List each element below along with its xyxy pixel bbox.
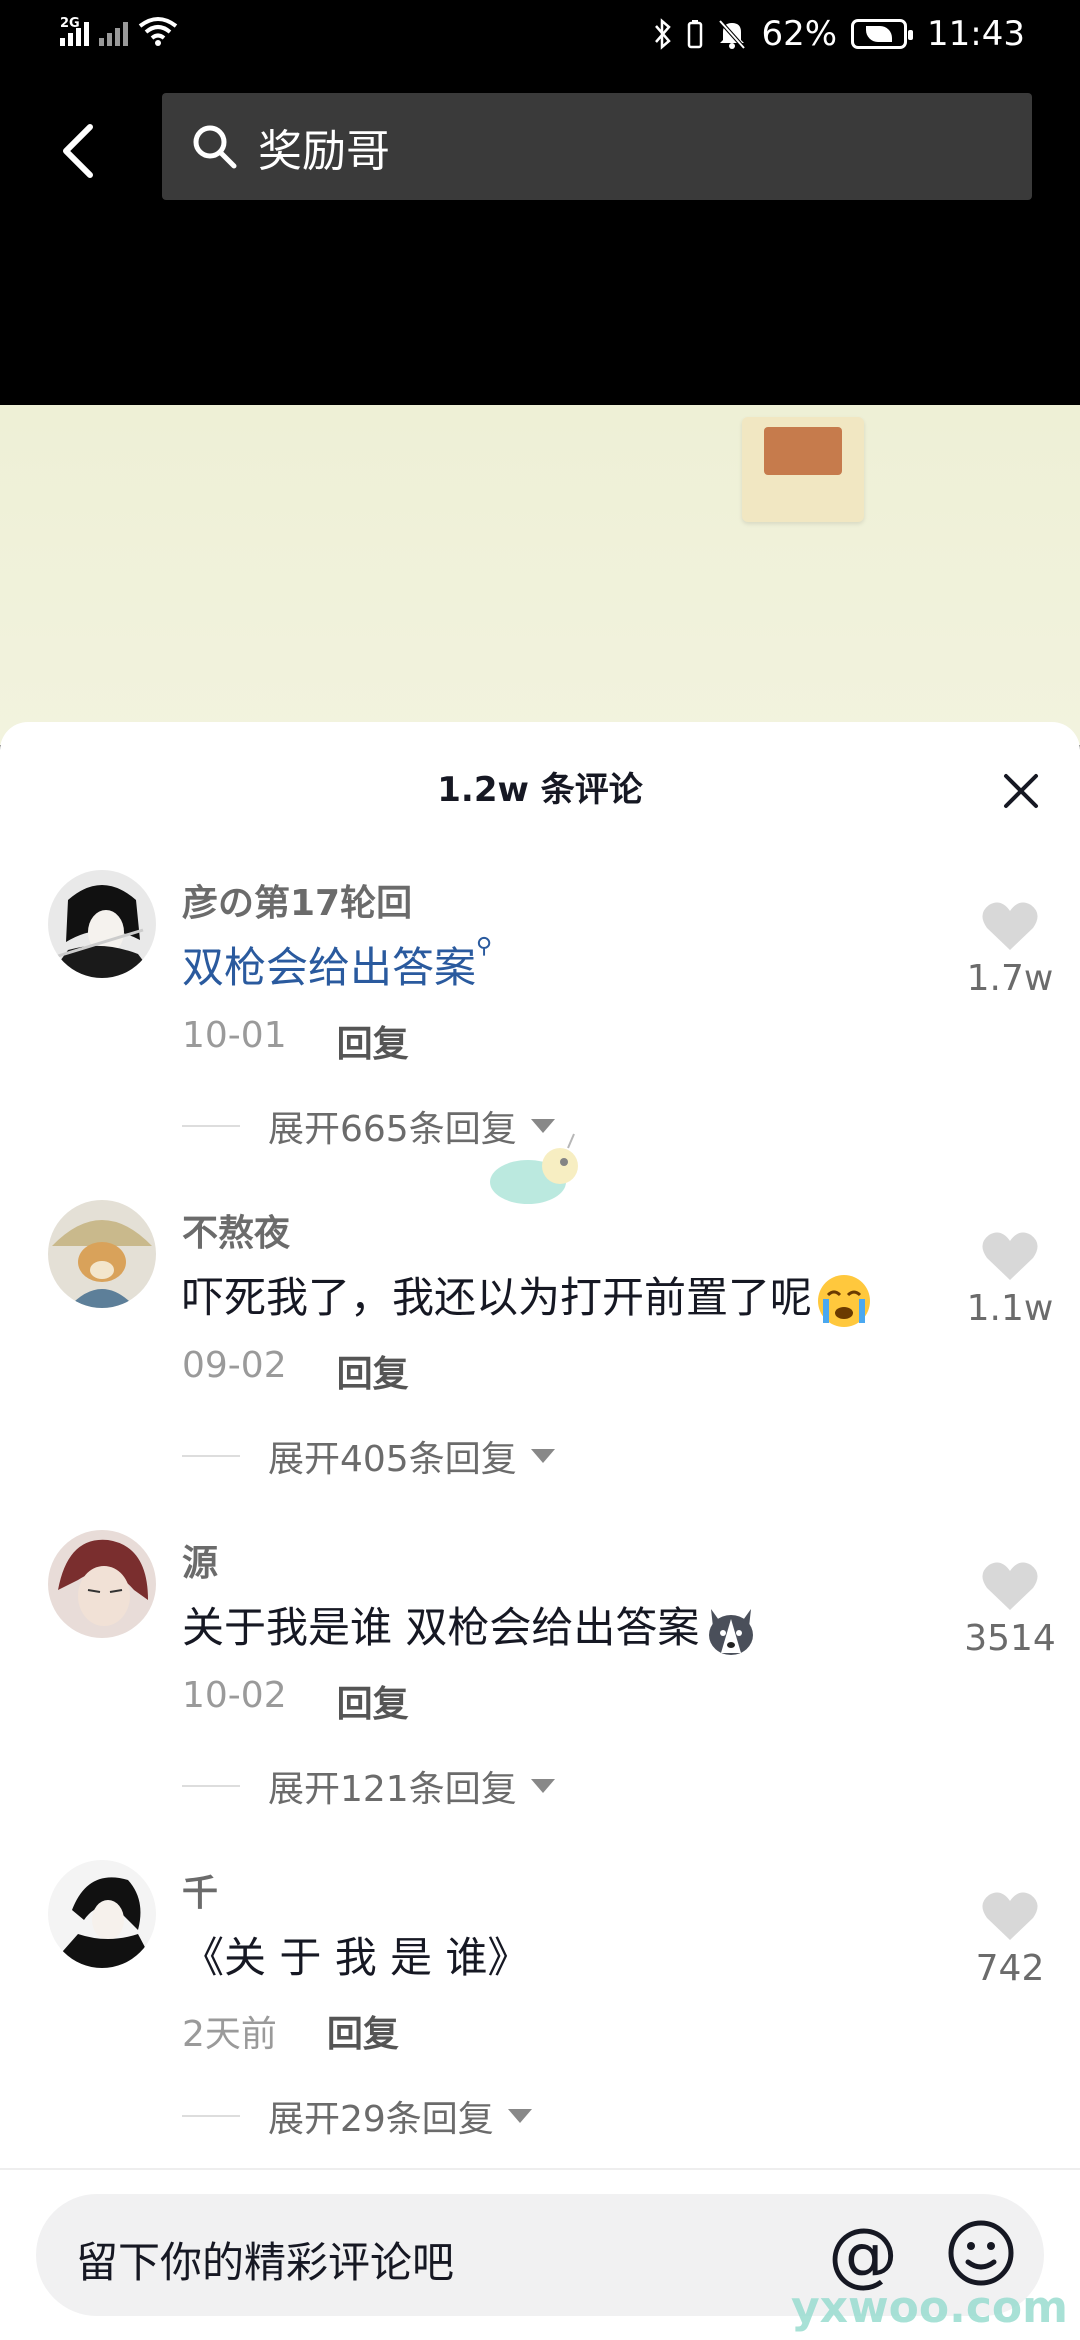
comment-date: 2天前 (182, 2014, 277, 2055)
wifi-icon (138, 17, 178, 46)
expand-replies-button[interactable]: 展开121条回复 (182, 1760, 555, 1812)
emoji-smile-icon[interactable] (946, 2218, 1016, 2288)
battery-percent: 62% (761, 14, 838, 54)
comment-input-placeholder: 留下你的精彩评论吧 (76, 2238, 455, 2287)
heart-icon (982, 1562, 1038, 1610)
close-icon[interactable] (1000, 770, 1042, 812)
status-bar: 2G 62% 11:43 (0, 0, 1080, 75)
heart-icon (982, 1892, 1038, 1940)
like-button[interactable]: 1.1w (950, 1230, 1070, 1329)
expand-replies-button[interactable]: 展开29条回复 (182, 2090, 532, 2142)
comment-username[interactable]: 不熬夜 (182, 1204, 290, 1256)
battery-icon (851, 19, 914, 49)
comment-text[interactable]: 双枪会给出答案⚲ (182, 934, 492, 995)
comment-count-title: 1.2w 条评论 (437, 770, 643, 810)
comment-date: 09-02 (182, 1345, 287, 1386)
comment-text[interactable]: 《关 于 我 是 谁》 (182, 1924, 529, 1985)
reply-button[interactable]: 回复 (337, 1675, 409, 1727)
comment-username[interactable]: 彦の第17轮回 (182, 874, 412, 926)
reply-button[interactable]: 回复 (327, 2005, 399, 2057)
battery-small-icon (688, 20, 703, 49)
snail-mascot-icon (490, 1133, 578, 1204)
search-query: 奖励哥 (258, 125, 390, 177)
cellular-signal-icon: 2G (60, 16, 89, 46)
heart-icon (982, 902, 1038, 950)
avatar[interactable] (48, 1200, 156, 1308)
divider (0, 2168, 1080, 2170)
comment-text[interactable]: 关于我是谁 双枪会给出答案 (182, 1594, 759, 1659)
comment-sheet: 1.2w 条评论 彦の第17轮回 双枪会给出答案⚲ 10-01 回复 展开665… (0, 722, 1080, 2340)
bell-muted-icon (718, 19, 746, 50)
reply-button[interactable]: 回复 (337, 1345, 409, 1397)
chevron-down-icon (530, 1449, 555, 1463)
comment-item: 源 关于我是谁 双枪会给出答案 10-02 回复 展开121条回复 3514 (0, 1530, 1080, 1840)
watermark: yxwoo.com (790, 2282, 1068, 2333)
comment-item: 千 《关 于 我 是 谁》 2天前 回复 展开29条回复 742 (0, 1860, 1080, 2170)
reply-button[interactable]: 回复 (337, 1015, 409, 1067)
husky-emoji-icon (709, 1608, 754, 1655)
comment-username[interactable]: 源 (182, 1534, 218, 1586)
comment-date: 10-01 (182, 1015, 287, 1056)
search-bar[interactable]: 奖励哥 (162, 93, 1032, 200)
bluetooth-icon (655, 18, 672, 50)
comment-item: 不熬夜 吓死我了，我还以为打开前置了呢 09-02 回复 展开405条回复 1.… (0, 1200, 1080, 1510)
crying-emoji-icon (818, 1274, 871, 1327)
search-icon (193, 125, 237, 168)
comment-date: 10-02 (182, 1675, 287, 1716)
comment-text[interactable]: 吓死我了，我还以为打开前置了呢 (182, 1264, 872, 1329)
video-frame[interactable] (0, 405, 1080, 745)
like-button[interactable]: 742 (950, 1890, 1070, 1989)
wall-lamp-image (742, 417, 864, 522)
clock: 11:43 (927, 14, 1025, 54)
avatar[interactable] (48, 1860, 156, 1968)
chevron-down-icon (507, 2109, 532, 2123)
like-count: 1.1w (966, 1288, 1054, 1329)
like-count: 1.7w (966, 958, 1054, 999)
expand-replies-button[interactable]: 展开405条回复 (182, 1430, 555, 1482)
avatar[interactable] (48, 1530, 156, 1638)
heart-icon (982, 1232, 1038, 1280)
like-count: 3514 (964, 1618, 1056, 1659)
chevron-down-icon (530, 1779, 555, 1793)
search-small-icon: ⚲ (476, 934, 493, 959)
like-button[interactable]: 1.7w (950, 900, 1070, 999)
search-header: 奖励哥 (0, 75, 1080, 405)
avatar[interactable] (48, 870, 156, 978)
back-arrow-icon[interactable] (52, 115, 112, 185)
like-button[interactable]: 3514 (950, 1560, 1070, 1659)
like-count: 742 (975, 1948, 1045, 1989)
cellular-signal-2-icon (99, 22, 128, 46)
comment-username[interactable]: 千 (182, 1864, 218, 1916)
